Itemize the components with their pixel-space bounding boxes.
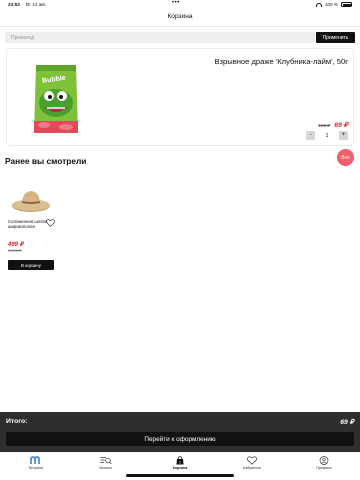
total-value: 69 ₽ [340, 419, 354, 426]
old-price: 129 ₽ [318, 123, 331, 128]
cart-badge: 1 [179, 461, 181, 465]
tab-label-profile: Профиль [316, 466, 332, 470]
logo-m-icon [30, 456, 40, 464]
price-row: 129 ₽ 69 ₽ [318, 121, 348, 129]
viewed-product-image[interactable] [11, 186, 51, 214]
current-price: 69 ₽ [334, 122, 348, 129]
promo-code-input[interactable] [5, 32, 315, 43]
tab-label-showcase: Витрина [28, 466, 44, 470]
viewed-product-name[interactable]: Соломенная шляпа широкополая [8, 219, 48, 229]
add-to-cart-button[interactable]: В корзину [8, 260, 54, 270]
catalog-search-icon [100, 457, 112, 465]
total-label: Итого: [6, 418, 28, 425]
heart-icon[interactable] [46, 219, 55, 227]
apply-promo-button[interactable]: Применить [316, 32, 355, 43]
checkout-panel: Итого: 69 ₽ Перейти к оформлению [0, 412, 360, 452]
tab-showcase[interactable]: Витрина [16, 456, 56, 470]
user-icon [319, 456, 329, 465]
see-all-button[interactable]: Все [337, 149, 354, 166]
tab-profile[interactable]: Профиль [304, 456, 344, 470]
recently-viewed-title: Ранее вы смотрели [5, 156, 87, 166]
header-divider [0, 26, 360, 27]
tab-catalog[interactable]: Каталог [86, 456, 126, 470]
heart-icon [247, 456, 257, 465]
tab-label-catalog: Каталог [99, 466, 113, 470]
quantity-stepper: - 1 + [306, 131, 348, 140]
cart-item-card: Bubble Взрывное драже 'Клубника-лайм', 5… [6, 48, 354, 146]
decrement-button[interactable]: - [306, 131, 315, 140]
multitasking-dots[interactable]: ••• [172, 0, 180, 6]
recently-viewed-item: Соломенная шляпа широкополая 499 ₽ 1 299… [7, 186, 57, 272]
battery-icon [341, 2, 352, 7]
increment-button[interactable]: + [339, 131, 348, 140]
viewed-product-old-price: 1 299 ₽ [8, 248, 22, 253]
quantity-value: 1 [325, 132, 329, 139]
status-right: 100 % [315, 2, 352, 7]
status-date: Вт 12 авг. [26, 2, 47, 7]
tab-cart[interactable]: 1 Корзина [160, 456, 200, 470]
tab-label-favorites: Избранное [242, 466, 262, 470]
wifi-icon [315, 2, 322, 7]
promo-code-row: Применить [5, 32, 355, 43]
bag-icon: 1 [176, 456, 184, 465]
tab-favorites[interactable]: Избранное [232, 456, 272, 470]
home-indicator [126, 474, 234, 477]
tab-label-cart: Корзина [172, 466, 188, 470]
battery-percent: 100 % [324, 2, 338, 7]
checkout-button[interactable]: Перейти к оформлению [6, 432, 354, 446]
status-bar: 23:53 Вт 12 авг. ••• 100 % [0, 0, 360, 10]
product-image[interactable]: Bubble [32, 63, 80, 135]
viewed-product-price: 499 ₽ [8, 242, 24, 248]
status-time: 23:53 [8, 2, 20, 7]
product-title[interactable]: Взрывное драже 'Клубника-лайм', 50г [157, 57, 348, 66]
page-title: Корзина [167, 13, 193, 20]
